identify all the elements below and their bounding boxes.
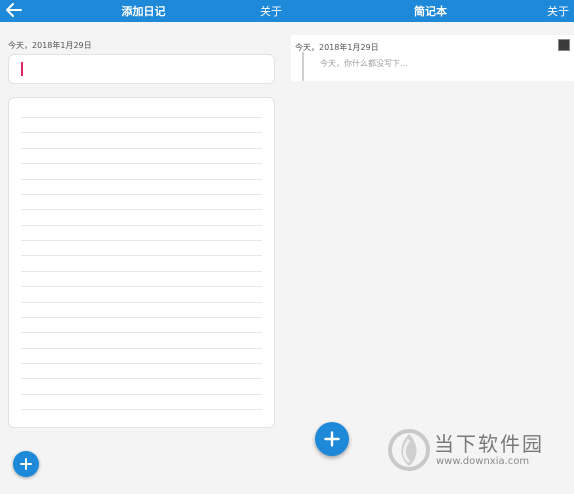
ruled-line <box>21 363 262 364</box>
ruled-line <box>21 225 262 226</box>
ruled-line <box>21 409 262 410</box>
diary-body-input[interactable] <box>8 97 275 428</box>
note-preview: 今天，你什么都没写下... <box>320 59 408 68</box>
ruled-line <box>21 378 262 379</box>
watermark-url: www.downxia.com <box>436 456 530 467</box>
ruled-line <box>21 394 262 395</box>
note-list-item[interactable]: 今天，2018年1月29日 今天，你什么都没写下... <box>291 35 574 81</box>
ruled-line <box>21 271 262 272</box>
ruled-line <box>21 163 262 164</box>
ruled-line <box>21 132 262 133</box>
ruled-line <box>21 286 262 287</box>
note-date: 今天，2018年1月29日 <box>295 43 379 52</box>
add-diary-app-bar: 添加日记 关于 <box>0 0 287 22</box>
watermark-logo-icon <box>388 429 430 471</box>
about-button[interactable]: 关于 <box>260 3 282 19</box>
add-diary-screen: 添加日记 关于 今天，2018年1月29日 <box>0 0 287 494</box>
ruled-line <box>21 209 262 210</box>
note-accent-bar <box>302 52 304 81</box>
plus-icon <box>324 431 340 447</box>
ruled-line <box>21 317 262 318</box>
add-button[interactable] <box>13 451 39 477</box>
page-title: 简记本 <box>414 5 447 18</box>
add-note-button[interactable] <box>315 422 349 456</box>
ruled-line <box>21 194 262 195</box>
ruled-line <box>21 348 262 349</box>
ruled-line <box>21 302 262 303</box>
page-title: 添加日记 <box>121 5 166 18</box>
ruled-line <box>21 179 262 180</box>
text-caret <box>21 62 23 76</box>
ruled-line <box>21 255 262 256</box>
title-input[interactable] <box>8 54 275 84</box>
plus-icon <box>20 458 32 470</box>
notebook-app-bar: 简记本 关于 <box>287 0 574 22</box>
about-button[interactable]: 关于 <box>547 3 569 19</box>
notebook-screen: 简记本 关于 今天，2018年1月29日 今天，你什么都没写下... <box>287 0 574 494</box>
ruled-line <box>21 117 262 118</box>
watermark-brand: 当下软件园 <box>434 432 544 456</box>
ruled-line <box>21 148 262 149</box>
image-thumbnail-icon[interactable] <box>558 39 570 51</box>
ruled-line <box>21 240 262 241</box>
ruled-line <box>21 332 262 333</box>
date-label: 今天，2018年1月29日 <box>8 41 92 50</box>
